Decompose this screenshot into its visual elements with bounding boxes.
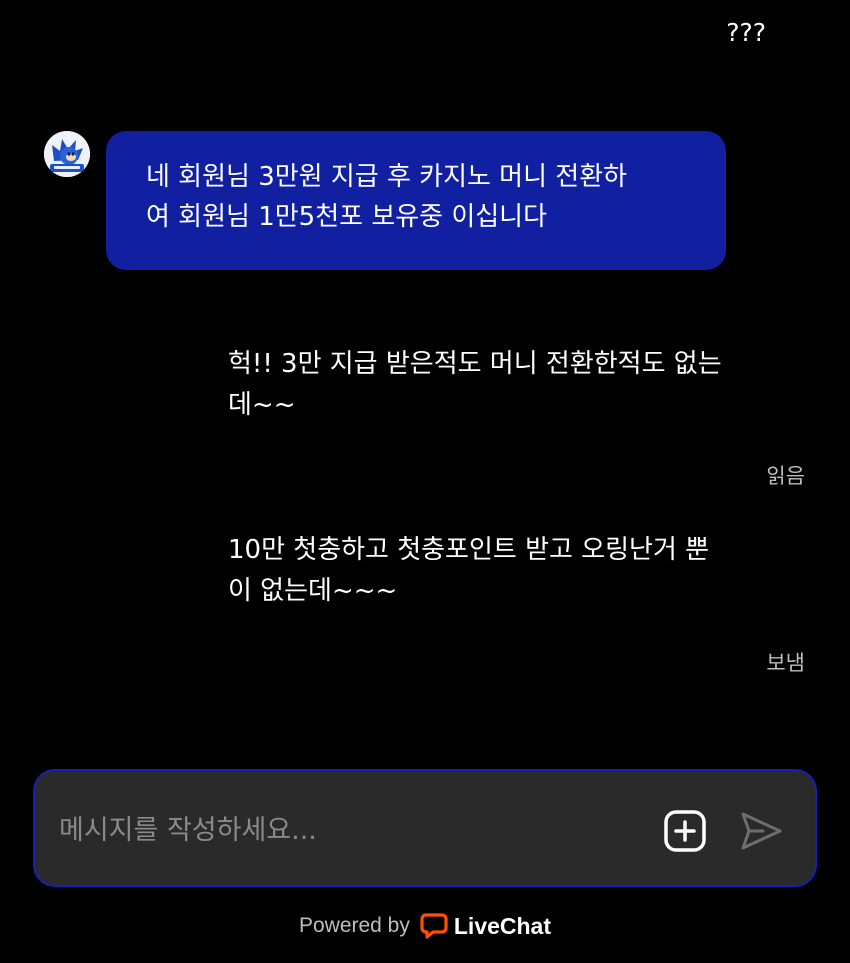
add-attachment-button[interactable] xyxy=(663,809,707,853)
message-status-read: 읽음 xyxy=(766,464,805,488)
send-icon xyxy=(741,812,782,850)
message-composer xyxy=(33,769,817,887)
powered-by-text: Powered by xyxy=(298,914,410,937)
agent-avatar xyxy=(44,131,90,177)
send-button[interactable] xyxy=(739,809,783,853)
powered-by-footer: Powered by LiveChat xyxy=(0,906,850,946)
agent-message-bubble: 네 회원님 3만원 지급 후 카지노 머니 전환하 여 회원님 1만5천포 보유… xyxy=(106,131,726,270)
livechat-logo-icon xyxy=(420,913,448,939)
visitor-message: 10만 첫충하고 첫충포인트 받고 오링난거 뿐 이 없는데~~~ xyxy=(228,535,710,606)
message-input[interactable] xyxy=(57,809,621,851)
add-attachment-icon xyxy=(664,810,706,852)
livechat-brand-link[interactable]: LiveChat xyxy=(420,912,551,940)
livechat-brand-name: LiveChat xyxy=(453,912,552,939)
visitor-message: 헉!! 3만 지급 받은적도 머니 전환한적도 없는 데~~ xyxy=(228,349,722,420)
agent-avatar-icon xyxy=(44,131,90,177)
message-status-sent: 보냄 xyxy=(766,651,805,675)
visitor-message-top: ??? xyxy=(726,18,766,47)
